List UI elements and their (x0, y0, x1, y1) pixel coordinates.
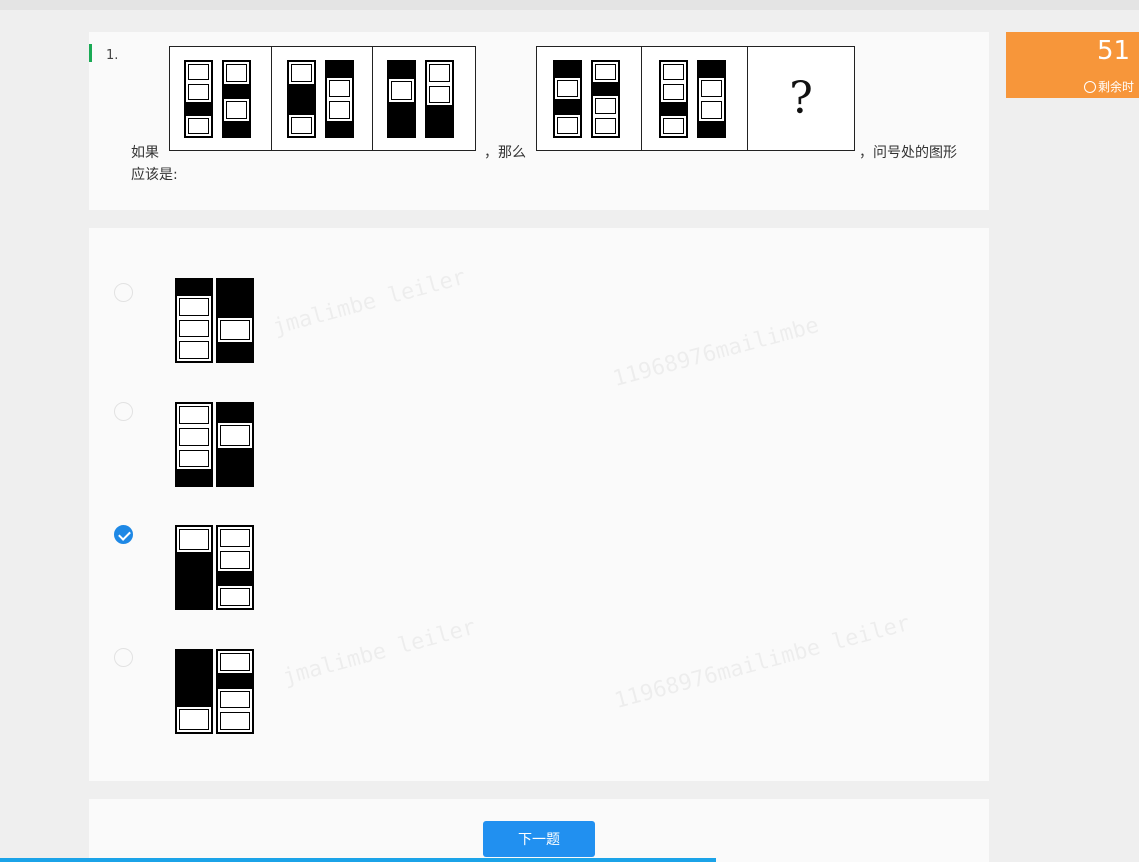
question-text-then: ，那么 (484, 145, 526, 161)
question-text-ask: ，问号处的图形 (859, 145, 957, 161)
question-text-should: 应该是: (131, 167, 178, 183)
remaining-time-panel: 51 剩余时 (1006, 32, 1139, 98)
remaining-time-label: 剩余时 (1098, 80, 1135, 94)
option-c-figure[interactable] (175, 525, 255, 611)
option-b-figure[interactable] (175, 402, 255, 488)
question-card: 1. 如果 ，那么 ? ，问号处的图形 应该是: (89, 32, 989, 210)
next-question-button[interactable]: 下一题 (483, 821, 595, 857)
question-text-if: 如果 (131, 145, 159, 161)
option-a-radio[interactable] (114, 283, 133, 302)
premise-figure-2 (272, 47, 374, 150)
premise-figure-3 (373, 47, 475, 150)
option-d-figure[interactable] (175, 649, 255, 735)
remaining-time-value: 51 (1097, 36, 1131, 66)
premise-figure-1 (170, 47, 272, 150)
option-d-radio[interactable] (114, 648, 133, 667)
premise-sequence (169, 46, 476, 151)
option-b-radio[interactable] (114, 402, 133, 421)
option-a-figure[interactable] (175, 278, 255, 364)
target-figure-1 (537, 47, 642, 150)
target-figure-2 (642, 47, 748, 150)
question-mark: ? (789, 73, 813, 124)
top-bar (0, 0, 1139, 10)
question-marker (89, 44, 92, 62)
clock-icon (1084, 81, 1096, 93)
option-c-radio-checked[interactable] (114, 525, 133, 544)
target-figure-unknown: ? (748, 47, 854, 150)
question-number: 1. (106, 48, 119, 63)
progress-bar (0, 858, 716, 862)
target-sequence: ? (536, 46, 855, 151)
